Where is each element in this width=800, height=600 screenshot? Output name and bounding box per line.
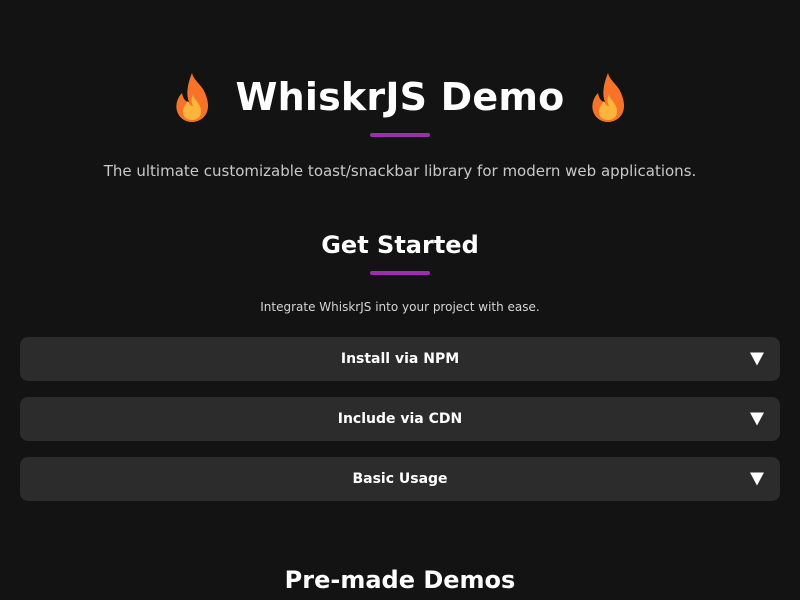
page-subtitle: The ultimate customizable toast/snackbar…: [103, 162, 697, 180]
fire-icon: [592, 73, 625, 122]
triangle-down-icon: [750, 472, 764, 486]
accordion-label: Basic Usage: [352, 471, 448, 487]
title-underline: [370, 133, 430, 137]
accordion-basic-usage[interactable]: Basic Usage: [20, 457, 780, 501]
get-started-description: Integrate WhiskrJS into your project wit…: [260, 300, 540, 314]
accordion-label: Install via NPM: [340, 351, 460, 367]
get-started-heading: Get Started: [321, 231, 479, 259]
accordion-install-npm[interactable]: Install via NPM: [20, 337, 780, 381]
premade-demos-heading: Pre-made Demos: [284, 566, 516, 594]
accordion-label: Include via CDN: [337, 411, 463, 427]
page-title: WhiskrJS Demo: [235, 75, 565, 119]
hero-header: WhiskrJS Demo: [0, 66, 800, 128]
page: WhiskrJS Demo The ultimate customizable …: [0, 0, 800, 600]
triangle-down-icon: [750, 352, 764, 366]
fire-icon: [175, 73, 208, 122]
section-underline: [370, 271, 430, 275]
accordion-include-cdn[interactable]: Include via CDN: [20, 397, 780, 441]
triangle-down-icon: [750, 412, 764, 426]
